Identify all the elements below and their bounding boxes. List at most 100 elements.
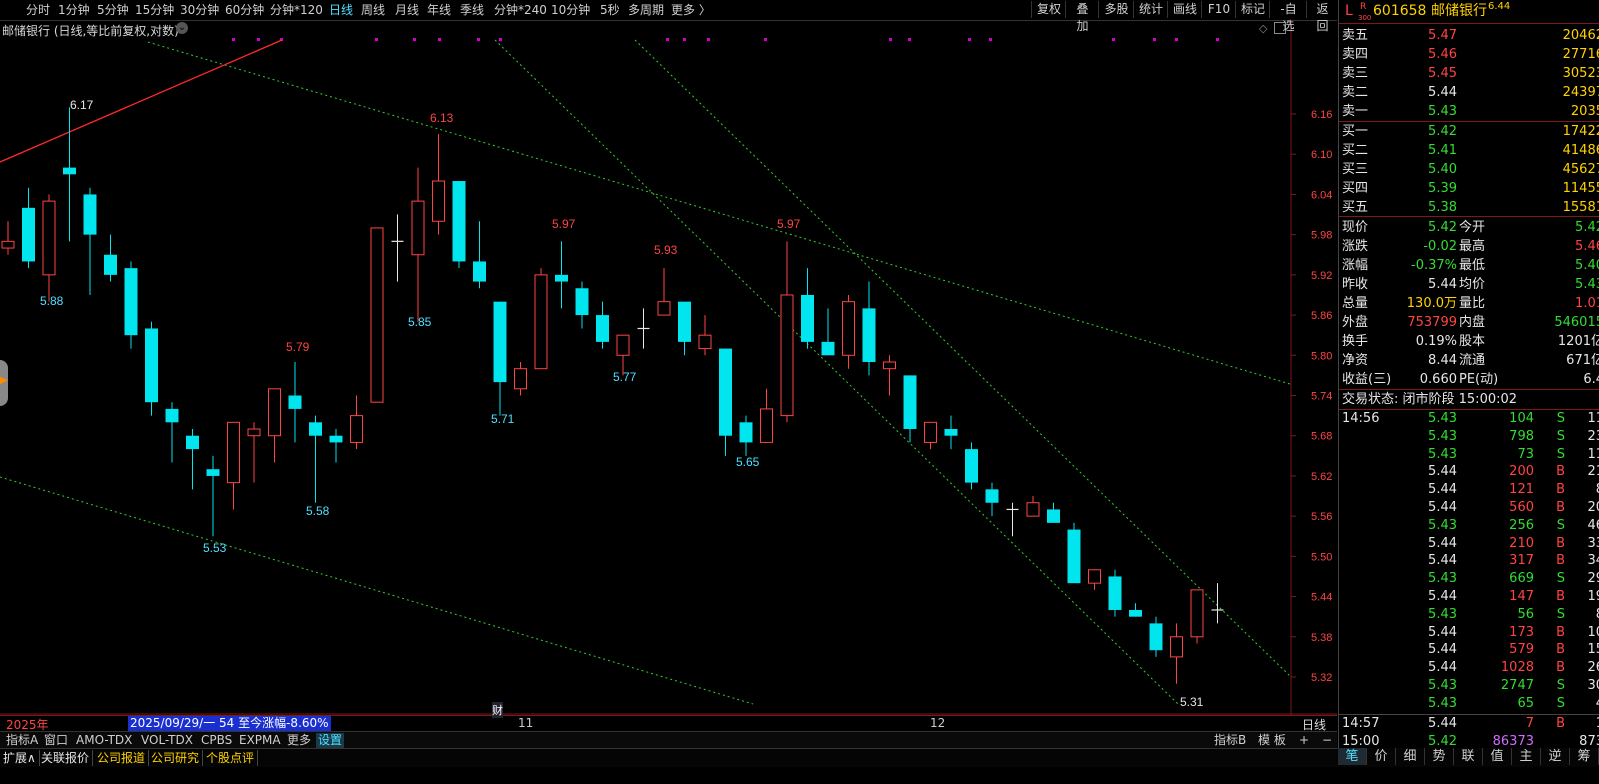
asks-row[interactable]: 卖五 5.47 20462: [1339, 26, 1599, 45]
toolbar-btn-8[interactable]: 返回: [1306, 1, 1338, 33]
candle-down[interactable]: [83, 194, 97, 235]
candle-up[interactable]: [924, 421, 937, 443]
indicator-tab-5[interactable]: EXPMA: [237, 733, 283, 748]
news-tab-1[interactable]: 关联报价: [38, 750, 94, 766]
toolbar-btn-4[interactable]: 画线: [1167, 1, 1202, 18]
quote-tab-7[interactable]: 逆: [1541, 748, 1570, 765]
period-tab-1[interactable]: 1分钟: [58, 2, 90, 18]
candle-up[interactable]: [1088, 569, 1101, 584]
news-tab-4[interactable]: 个股点评: [203, 750, 259, 766]
indicator-tab-0[interactable]: 指标A: [4, 733, 40, 748]
candle-down[interactable]: [1129, 609, 1142, 617]
candle-down[interactable]: [985, 489, 999, 503]
indicator-right-0[interactable]: 指标B: [1212, 733, 1248, 748]
asks-row[interactable]: 卖一 5.43 2035: [1339, 102, 1599, 121]
toolbar-btn-0[interactable]: 复权: [1031, 1, 1066, 18]
candle-down[interactable]: [473, 261, 486, 282]
toolbar-btn-7[interactable]: -自选: [1269, 1, 1307, 33]
trend-line[interactable]: [0, 476, 754, 705]
indicator-right-1[interactable]: 模 板: [1256, 733, 1288, 748]
candle-up[interactable]: [1190, 589, 1204, 638]
quote-tab-0[interactable]: 笔: [1338, 748, 1367, 765]
period-tab-12[interactable]: 分钟*240: [494, 2, 547, 18]
candle-down[interactable]: [186, 435, 199, 450]
candle-down[interactable]: [801, 294, 814, 342]
candle-up[interactable]: [227, 421, 240, 484]
trend-line[interactable]: [147, 41, 1291, 385]
candle-down[interactable]: [678, 301, 691, 342]
candle-down[interactable]: [22, 207, 35, 262]
period-tab-3[interactable]: 15分钟: [135, 2, 174, 18]
toolbar-btn-2[interactable]: 多股: [1098, 1, 1134, 18]
period-tab-16[interactable]: 更多 〉: [671, 2, 711, 18]
period-tab-14[interactable]: 5秒: [600, 2, 620, 18]
candle-down[interactable]: [965, 449, 978, 483]
side-collapse-handle[interactable]: ▶: [0, 360, 8, 406]
period-tab-6[interactable]: 分钟*120: [270, 2, 323, 18]
indicator-tab-7[interactable]: 设置: [316, 733, 345, 748]
candle-up[interactable]: [514, 368, 527, 390]
candle-down[interactable]: [575, 288, 589, 316]
toolbar-btn-3[interactable]: 统计: [1133, 1, 1168, 18]
period-tab-7[interactable]: 日线: [329, 2, 353, 18]
candle-up[interactable]: [370, 227, 384, 403]
indicator-tab-1[interactable]: 窗口: [42, 733, 70, 748]
candle-up[interactable]: [411, 200, 425, 256]
toolbar-btn-1[interactable]: 叠加: [1065, 1, 1099, 33]
candle-down[interactable]: [124, 268, 138, 336]
toolbar-btn-5[interactable]: F10: [1201, 1, 1236, 18]
candle-down[interactable]: [821, 341, 835, 356]
candle-up[interactable]: [616, 334, 630, 356]
bids-row[interactable]: 买五 5.38 15581: [1339, 198, 1599, 217]
finance-marker[interactable]: 财: [492, 702, 503, 718]
diamond-icon[interactable]: ◇: [1259, 22, 1267, 35]
period-tab-0[interactable]: 分时: [26, 2, 50, 18]
candle-up[interactable]: [350, 415, 363, 443]
candle-down[interactable]: [104, 254, 117, 275]
trend-line[interactable]: [634, 39, 1291, 677]
candle-up[interactable]: [247, 428, 261, 437]
quote-tab-3[interactable]: 势: [1425, 748, 1454, 765]
candle-down[interactable]: [1047, 509, 1060, 523]
candle-down[interactable]: [288, 395, 302, 409]
asks-row[interactable]: 卖三 5.45 30523: [1339, 64, 1599, 83]
quote-tab-1[interactable]: 价: [1367, 748, 1396, 765]
news-tab-2[interactable]: 公司报道: [94, 750, 150, 766]
candle-down[interactable]: [1067, 529, 1081, 584]
indicator-tab-6[interactable]: 更多: [285, 733, 313, 748]
candle-down[interactable]: [739, 422, 753, 443]
stock-name[interactable]: 邮储银行: [1431, 2, 1487, 21]
period-tab-5[interactable]: 60分钟: [225, 2, 264, 18]
trend-line[interactable]: [494, 39, 1179, 705]
news-tab-3[interactable]: 公司研究: [148, 750, 204, 766]
quote-tab-6[interactable]: 主: [1512, 748, 1541, 765]
candle-up[interactable]: [268, 388, 281, 437]
bids-row[interactable]: 买一 5.42 17422: [1339, 122, 1599, 141]
period-tab-15[interactable]: 多周期: [628, 2, 664, 18]
indicator-right-3[interactable]: −: [1320, 733, 1334, 748]
period-tab-10[interactable]: 年线: [427, 2, 451, 18]
candle-up[interactable]: [657, 301, 671, 316]
candle-down[interactable]: [1108, 576, 1122, 610]
candle-down[interactable]: [145, 328, 158, 403]
quote-tab-2[interactable]: 细: [1396, 748, 1425, 765]
quote-tab-5[interactable]: 值: [1483, 748, 1512, 765]
news-tab-0[interactable]: 扩展∧: [0, 750, 40, 766]
quote-tab-4[interactable]: 联: [1454, 748, 1483, 765]
candle-up[interactable]: [883, 361, 896, 370]
trend-line-red[interactable]: [0, 39, 283, 163]
toolbar-btn-6[interactable]: 标记: [1235, 1, 1270, 18]
period-tab-13[interactable]: 10分钟: [551, 2, 590, 18]
candle-up[interactable]: [1026, 502, 1040, 517]
bids-row[interactable]: 买四 5.39 11455: [1339, 179, 1599, 198]
kline-chart[interactable]: 6.16 6.10 6.04 5.98 5.92 5.86 5.80 5.74 5.68 5.62…: [0, 20, 1337, 716]
candle-down[interactable]: [165, 408, 179, 423]
candle-down[interactable]: [493, 301, 507, 383]
period-tab-11[interactable]: 季线: [460, 2, 484, 18]
bids-row[interactable]: 买二 5.41 41486: [1339, 141, 1599, 160]
candle-down[interactable]: [63, 167, 76, 175]
candle-up[interactable]: [698, 334, 712, 350]
chevron-down-icon[interactable]: ⌄: [176, 22, 188, 34]
asks-row[interactable]: 卖四 5.46 27716: [1339, 45, 1599, 64]
candle-up[interactable]: [534, 274, 548, 370]
